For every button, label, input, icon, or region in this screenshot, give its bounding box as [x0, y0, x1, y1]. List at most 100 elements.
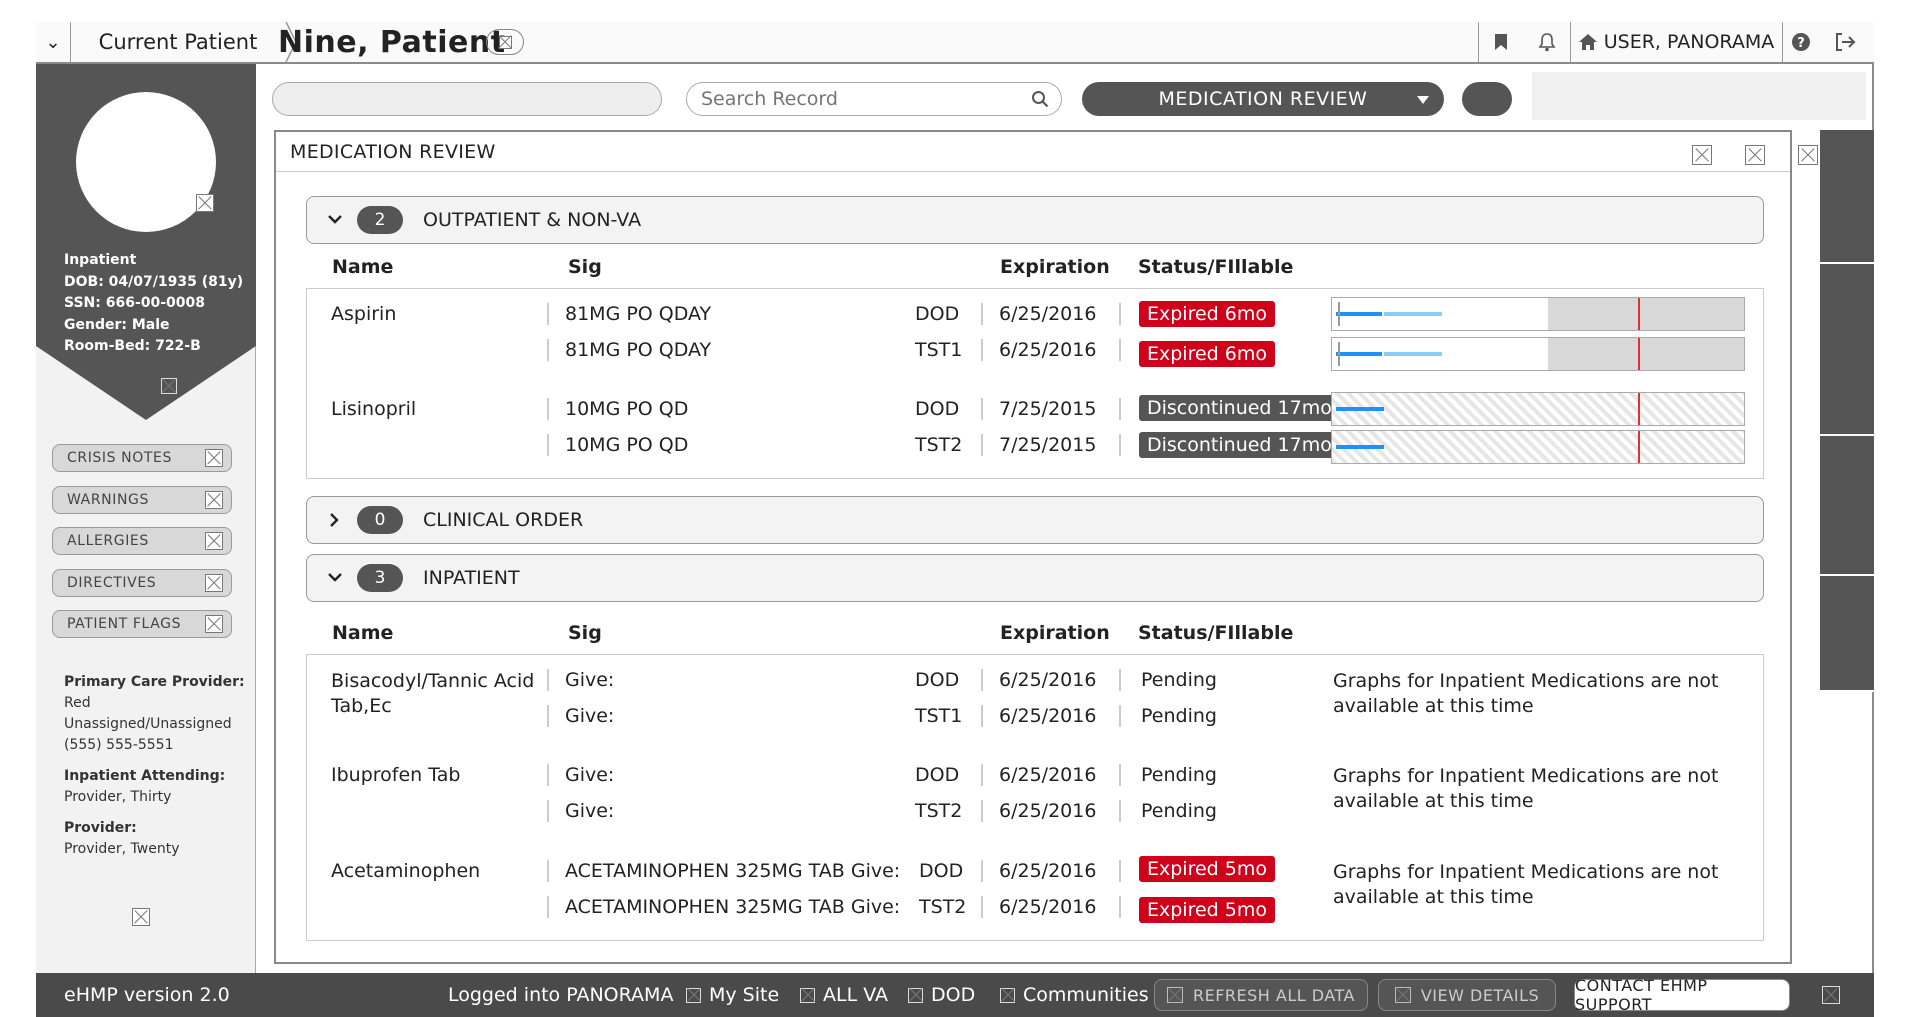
menu-toggle-button[interactable]: ⌄ — [36, 22, 71, 62]
patient-card-expand-icon[interactable] — [161, 378, 178, 394]
divider — [981, 860, 983, 882]
directives-button[interactable]: DIRECTIVES — [52, 569, 232, 597]
status-badge: Expired 5mo — [1139, 897, 1275, 923]
filter-all-va[interactable]: ALL VA — [800, 973, 888, 1017]
column-header-expiration[interactable]: Expiration — [1000, 256, 1110, 278]
status-badge: Expired 6mo — [1139, 341, 1275, 367]
search-icon[interactable] — [1031, 90, 1049, 108]
divider — [1119, 434, 1121, 456]
avatar[interactable] — [76, 92, 216, 232]
status-badge: Discontinued 17mo — [1139, 395, 1340, 421]
filter-communities[interactable]: Communities — [1000, 973, 1149, 1017]
allergies-button[interactable]: ALLERGIES — [52, 527, 232, 555]
divider — [981, 896, 983, 918]
table-row[interactable]: Acetaminophen ACETAMINOPHEN 325MG TAB Gi… — [306, 846, 1764, 941]
filter-label: DOD — [931, 984, 976, 1006]
group-outpatient-header[interactable]: 2 OUTPATIENT & NON-VA — [306, 196, 1764, 244]
table-row[interactable]: Ibuprofen Tab Give: Give: DOD TST2 6/25/… — [306, 750, 1764, 847]
panel-help-icon[interactable] — [1745, 145, 1766, 165]
med-timeline-graph[interactable] — [1331, 430, 1745, 464]
table-row[interactable]: Lisinopril 10MG PO QD 10MG PO QD DOD TST… — [306, 384, 1764, 479]
divider — [1119, 860, 1121, 882]
column-header-status[interactable]: Status/FIllable — [1138, 256, 1293, 278]
column-header-status[interactable]: Status/FIllable — [1138, 622, 1293, 644]
group-count-badge: 0 — [357, 506, 403, 534]
divider — [1119, 896, 1121, 918]
patient-flags-button[interactable]: PATIENT FLAGS — [52, 610, 232, 638]
divider — [981, 398, 983, 420]
workspace-dropdown-label: MEDICATION REVIEW — [1158, 88, 1368, 110]
divider — [547, 434, 549, 456]
patient-demographics: Inpatient DOB: 04/07/1935 (81y) SSN: 666… — [64, 250, 243, 358]
graph-note-line: available at this time — [1333, 695, 1534, 717]
filter-dod[interactable]: DOD — [908, 973, 975, 1017]
divider — [547, 398, 549, 420]
table-row[interactable]: Bisacodyl/Tannic Acid Tab,Ec Give: Give:… — [306, 654, 1764, 752]
chevron-right-icon — [330, 513, 339, 527]
help-button[interactable]: ? — [1782, 22, 1820, 62]
group-clinical-order-header[interactable]: 0 CLINICAL ORDER — [306, 496, 1764, 544]
home-icon — [1578, 34, 1597, 50]
filter-label: Communities — [1023, 984, 1149, 1006]
refresh-icon — [1166, 987, 1183, 1003]
logged-in-label: Logged into PANORAMA — [448, 984, 674, 1006]
table-row[interactable]: Aspirin 81MG PO QDAY 81MG PO QDAY DOD TS… — [306, 288, 1764, 386]
context-label-text: Current Patient — [98, 30, 258, 54]
med-timeline-graph[interactable] — [1331, 392, 1745, 426]
column-header-name[interactable]: Name — [332, 256, 393, 278]
med-expiration: 7/25/2015 — [999, 398, 1097, 420]
user-menu[interactable]: USER, PANORAMA — [1570, 22, 1783, 62]
notifications-button[interactable] — [1524, 22, 1571, 62]
workspace-dropdown[interactable]: MEDICATION REVIEW — [1082, 82, 1444, 116]
med-name-line: Tab,Ec — [331, 695, 392, 717]
right-tray-tab-4[interactable] — [1820, 576, 1874, 692]
warnings-label: WARNINGS — [67, 492, 149, 508]
right-tray-tab-2[interactable] — [1820, 264, 1874, 436]
context-label[interactable]: Current Patient — [70, 22, 286, 62]
divider — [1119, 398, 1121, 420]
refresh-all-data-button[interactable]: REFRESH ALL DATA — [1154, 979, 1368, 1011]
view-details-button[interactable]: VIEW DETAILS — [1378, 979, 1556, 1011]
bookmark-button[interactable] — [1478, 22, 1524, 62]
pcp-phone: (555) 555-5551 — [64, 737, 174, 753]
med-sig: 10MG PO QD — [565, 434, 689, 456]
column-header-sig[interactable]: Sig — [568, 256, 602, 278]
group-label: INPATIENT — [423, 567, 520, 589]
checkbox-icon — [908, 987, 923, 1003]
divider — [1119, 705, 1121, 727]
med-timeline-graph[interactable] — [1331, 337, 1745, 371]
panel-close-icon[interactable] — [1798, 145, 1819, 165]
logout-button[interactable] — [1820, 22, 1870, 62]
column-header-expiration[interactable]: Expiration — [1000, 622, 1110, 644]
patient-options-button[interactable] — [486, 29, 524, 55]
med-site: DOD — [915, 860, 964, 882]
filter-my-site[interactable]: My Site — [686, 973, 779, 1017]
panel-title: MEDICATION REVIEW — [290, 140, 496, 163]
graph-now-line — [1638, 338, 1640, 370]
patient-status: Inpatient — [64, 252, 137, 268]
graph-bar — [1384, 312, 1442, 316]
status-badge: Expired 6mo — [1139, 301, 1275, 327]
footer-close-icon[interactable] — [1822, 986, 1840, 1004]
workspace-selector[interactable] — [272, 82, 662, 116]
right-tray-tab-3[interactable] — [1820, 436, 1874, 576]
divider — [981, 800, 983, 822]
search-input[interactable] — [699, 87, 1023, 111]
column-header-sig[interactable]: Sig — [568, 622, 602, 644]
care-team-expand-icon[interactable] — [132, 908, 150, 926]
column-header-name[interactable]: Name — [332, 622, 393, 644]
warnings-button[interactable]: WARNINGS — [52, 486, 232, 514]
panel-refresh-icon[interactable] — [1692, 145, 1712, 165]
med-timeline-graph[interactable] — [1331, 297, 1745, 331]
contact-support-button[interactable]: CONTACT EHMP SUPPORT — [1574, 976, 1790, 1014]
crisis-notes-button[interactable]: CRISIS NOTES — [52, 444, 232, 472]
graph-bar — [1336, 312, 1382, 316]
right-tray-tab-1[interactable] — [1820, 130, 1874, 264]
divider — [981, 303, 983, 325]
workspace-options-button[interactable] — [1462, 82, 1512, 116]
group-inpatient-header[interactable]: 3 INPATIENT — [306, 554, 1764, 602]
attending-value: Provider, Thirty — [64, 789, 172, 805]
divider — [1119, 764, 1121, 786]
med-site: DOD — [915, 303, 960, 325]
avatar-edit-icon[interactable] — [196, 194, 214, 212]
